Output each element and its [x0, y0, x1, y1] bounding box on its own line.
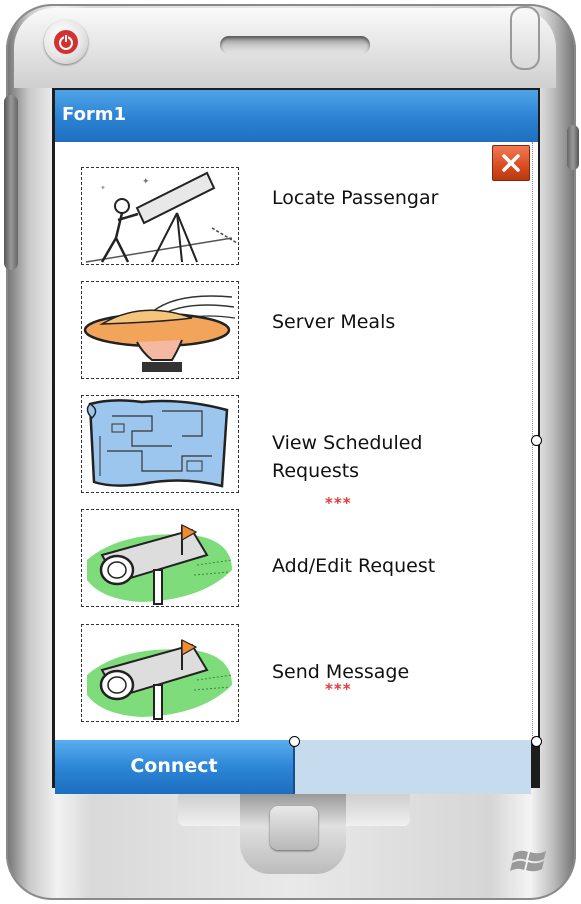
title-bar: Form1 [55, 90, 538, 142]
indicator-stars-2: *** [325, 680, 352, 698]
connect-label: Connect [130, 755, 218, 777]
dpad-center-button[interactable] [270, 806, 318, 850]
mailbox-icon[interactable] [81, 624, 239, 722]
side-button-left[interactable] [4, 95, 18, 270]
stylus-slot [510, 6, 540, 70]
close-button[interactable] [492, 145, 530, 181]
mailbox-icon[interactable] [81, 509, 239, 607]
side-button-right[interactable] [567, 125, 579, 170]
menu-item-add-edit-request[interactable]: Add/Edit Request [272, 552, 435, 580]
windows-logo-icon [510, 850, 546, 872]
map-icon[interactable] [81, 395, 239, 493]
softkey-right[interactable] [340, 794, 410, 826]
resize-handle-bottom-right[interactable] [531, 736, 542, 747]
svg-text:✦: ✦ [100, 184, 106, 192]
menu-item-server-meals[interactable]: Server Meals [272, 308, 395, 336]
svg-text:✦: ✦ [142, 177, 150, 187]
indicator-stars-1: *** [325, 494, 352, 512]
bottom-menu-bar: Connect [55, 740, 531, 794]
resize-handle-bottom-center[interactable] [289, 736, 300, 747]
power-button[interactable] [44, 20, 88, 64]
menu-item-locate-passenger[interactable]: Locate Passengar [272, 184, 438, 212]
telescope-icon[interactable]: ✦ ✦ [81, 167, 239, 265]
softkey-left[interactable] [178, 794, 248, 826]
meal-tray-icon[interactable] [81, 281, 239, 379]
window-title: Form1 [62, 104, 127, 125]
resize-handle-right[interactable] [531, 435, 542, 446]
menu-item-view-scheduled-requests[interactable]: View Scheduled Requests [272, 429, 472, 485]
connect-button[interactable]: Connect [55, 740, 295, 794]
device-keypad [160, 794, 426, 880]
form-window: Form1 ✦ ✦ Locate Passengar Server Meals … [55, 90, 538, 740]
speaker-grille [220, 36, 370, 54]
close-icon [502, 154, 520, 172]
power-icon [54, 30, 78, 54]
